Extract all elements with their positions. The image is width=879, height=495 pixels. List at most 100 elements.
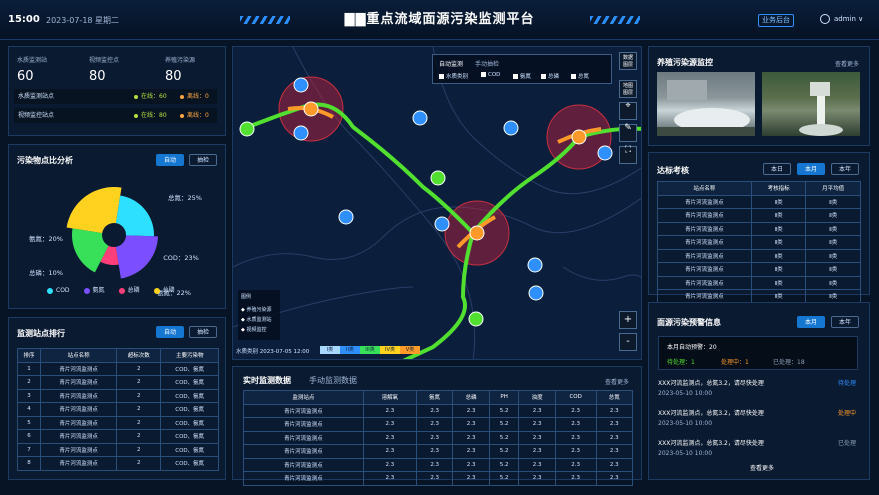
check-tp[interactable]: 总磷 xyxy=(541,72,559,80)
table-row[interactable]: 青片河流监测点 Ⅱ类 Ⅱ类 xyxy=(657,248,861,263)
table-row[interactable]: 青片河流监测点 Ⅱ类 Ⅱ类 xyxy=(657,262,861,277)
pie-slice xyxy=(72,228,109,273)
business-backend-button[interactable]: 业务后台 xyxy=(758,14,794,27)
zoom-out-button[interactable]: - xyxy=(619,333,637,351)
table-cell: 2.3 xyxy=(518,444,556,459)
warning-title: 面源污染预警信息 xyxy=(657,318,721,327)
monitor-station-marker[interactable] xyxy=(412,110,428,126)
table-row[interactable]: 青片河流监测点 2.3 2.3 2.3 5.2 2.3 2.3 2.3 xyxy=(243,471,633,486)
farming-source-marker[interactable] xyxy=(469,225,485,241)
compliance-month-button[interactable]: 本月 xyxy=(797,163,825,175)
compliance-year-button[interactable]: 本年 xyxy=(831,163,859,175)
warning-item-text[interactable]: XXX河流监测点，总氮3.2，请尽快处理 xyxy=(658,438,764,447)
table-row[interactable]: 青片河流监测点 2.3 2.3 2.3 5.2 2.3 2.3 2.3 xyxy=(243,444,633,459)
table-row[interactable]: 青片河流监测点 2.3 2.3 2.3 5.2 2.3 2.3 2.3 xyxy=(243,403,633,418)
column-header: 站点名称 xyxy=(40,348,118,363)
table-row[interactable]: 4 青片河流监测点 2 COD、氨氮 xyxy=(16,402,219,417)
map-tab-auto[interactable]: 自动监测 xyxy=(439,59,463,68)
monitor-station-marker[interactable] xyxy=(503,120,519,136)
table-row[interactable]: 青片河流监测点 2.3 2.3 2.3 5.2 2.3 2.3 2.3 xyxy=(243,457,633,472)
video-station-status-row: 视频监控站点 在线：80 离线：0 xyxy=(14,108,217,123)
farming-camera-1[interactable] xyxy=(657,72,755,136)
video-point-marker[interactable] xyxy=(239,121,255,137)
table-row[interactable]: 1 青片河流监测点 2 COD、氨氮 xyxy=(16,361,219,376)
table-cell: 青片河流监测点 xyxy=(657,289,752,304)
location-pin-icon[interactable]: ⌖ xyxy=(619,102,637,120)
tab-manual[interactable]: 手动监测数据 xyxy=(309,375,357,386)
video-point-marker[interactable] xyxy=(468,311,484,327)
table-row[interactable]: 青片河流监测点 Ⅱ类 Ⅱ类 xyxy=(657,208,861,223)
table-row[interactable]: 青片河流监测点 Ⅱ类 Ⅱ类 xyxy=(657,235,861,250)
fullscreen-icon[interactable]: ⛶ xyxy=(619,146,637,164)
check-cod[interactable]: COD xyxy=(481,72,500,78)
check-ammonia[interactable]: 氨氮 xyxy=(513,72,531,80)
monitor-station-marker[interactable] xyxy=(338,209,354,225)
monitor-station-marker[interactable] xyxy=(528,285,544,301)
ranking-auto-button[interactable]: 自动 xyxy=(156,326,184,338)
table-cell: 青片河流监测点 xyxy=(657,248,752,263)
table-row[interactable]: 5 青片河流监测点 2 COD、氨氮 xyxy=(16,415,219,430)
map-layer-button[interactable]: 地图 图层 xyxy=(619,80,637,98)
table-row[interactable]: 青片河流监测点 2.3 2.3 2.3 5.2 2.3 2.3 2.3 xyxy=(243,417,633,432)
table-cell: 8 xyxy=(16,456,42,471)
table-row[interactable]: 6 青片河流监测点 2 COD、氨氮 xyxy=(16,429,219,444)
column-header: 总磷 xyxy=(452,390,490,405)
tab-realtime[interactable]: 实时监测数据 xyxy=(243,375,291,386)
map-view[interactable] xyxy=(232,46,642,360)
warning-item-text[interactable]: XXX河流监测点，总氮3.2，请尽快处理 xyxy=(658,378,764,387)
farming-source-marker[interactable] xyxy=(571,129,587,145)
ranking-manual-button[interactable]: 抽检 xyxy=(189,326,217,338)
pollutant-manual-button[interactable]: 抽检 xyxy=(189,154,217,166)
check-water-class[interactable]: 水质类别 xyxy=(439,72,468,80)
warning-item-text[interactable]: XXX河流监测点，总氮3.2，请尽快处理 xyxy=(658,408,764,417)
table-row[interactable]: 3 青片河流监测点 2 COD、氨氮 xyxy=(16,388,219,403)
realtime-more-link[interactable]: 查看更多 xyxy=(605,377,629,386)
pollutant-auto-button[interactable]: 自动 xyxy=(156,154,184,166)
warning-more-link[interactable]: 查看更多 xyxy=(750,463,774,472)
user-menu[interactable]: admin ∨ xyxy=(820,14,863,24)
ruler-icon[interactable]: ✎ xyxy=(619,124,637,142)
check-tn[interactable]: 总氮 xyxy=(571,72,589,80)
ranking-title: 监测站点排行 xyxy=(17,329,65,338)
table-row[interactable]: 8 青片河流监测点 2 COD、氨氮 xyxy=(16,456,219,471)
table-cell: Ⅱ类 xyxy=(750,289,807,304)
table-cell: 2.3 xyxy=(452,430,490,445)
warning-year-button[interactable]: 本年 xyxy=(831,316,859,328)
farming-source-marker[interactable] xyxy=(303,101,319,117)
table-row[interactable]: 青片河流监测点 2.3 2.3 2.3 5.2 2.3 2.3 2.3 xyxy=(243,430,633,445)
table-row[interactable]: 青片河流监测点 Ⅱ类 Ⅱ类 xyxy=(657,194,861,209)
data-layer-button[interactable]: 数据 图层 xyxy=(619,52,637,70)
column-header: 排序 xyxy=(16,348,42,363)
table-cell: 青片河流监测点 xyxy=(40,402,118,417)
farming-legend-icon: ◆ xyxy=(241,307,245,313)
compliance-day-button[interactable]: 本日 xyxy=(763,163,791,175)
map-canvas[interactable] xyxy=(233,47,642,360)
table-cell: Ⅱ类 xyxy=(750,275,807,290)
monitor-station-marker[interactable] xyxy=(293,77,309,93)
map-tab-manual[interactable]: 手动抽检 xyxy=(475,59,499,68)
table-row[interactable]: 青片河流监测点 Ⅱ类 Ⅱ类 xyxy=(657,275,861,290)
farming-more-link[interactable]: 查看更多 xyxy=(835,59,859,68)
table-cell: 青片河流监测点 xyxy=(243,457,364,472)
monitor-station-marker[interactable] xyxy=(434,216,450,232)
table-row[interactable]: 青片河流监测点 Ⅱ类 Ⅱ类 xyxy=(657,221,861,236)
monitor-station-marker[interactable] xyxy=(527,257,543,273)
video-point-marker[interactable] xyxy=(430,170,446,186)
zoom-in-button[interactable]: + xyxy=(619,311,637,329)
table-cell: 青片河流监测点 xyxy=(657,194,752,209)
farming-camera-2[interactable] xyxy=(762,72,860,136)
monitor-station-marker[interactable] xyxy=(597,145,613,161)
table-cell: 2.3 xyxy=(452,403,490,418)
video-legend-icon: ◆ xyxy=(241,327,245,333)
table-cell: 青片河流监测点 xyxy=(40,361,118,376)
table-cell: 2.3 xyxy=(595,444,633,459)
table-row[interactable]: 2 青片河流监测点 2 COD、氨氮 xyxy=(16,375,219,390)
warning-month-button[interactable]: 本月 xyxy=(797,316,825,328)
table-cell: 2.3 xyxy=(595,417,633,432)
table-row[interactable]: 7 青片河流监测点 2 COD、氨氮 xyxy=(16,442,219,457)
table-cell: 2.3 xyxy=(452,417,490,432)
table-row[interactable]: 青片河流监测点 Ⅱ类 Ⅱ类 xyxy=(657,289,861,304)
monitor-station-marker[interactable] xyxy=(293,125,309,141)
stat-farming-sources: 养殖污染源 80 xyxy=(165,57,196,84)
table-cell: Ⅱ类 xyxy=(805,248,861,263)
